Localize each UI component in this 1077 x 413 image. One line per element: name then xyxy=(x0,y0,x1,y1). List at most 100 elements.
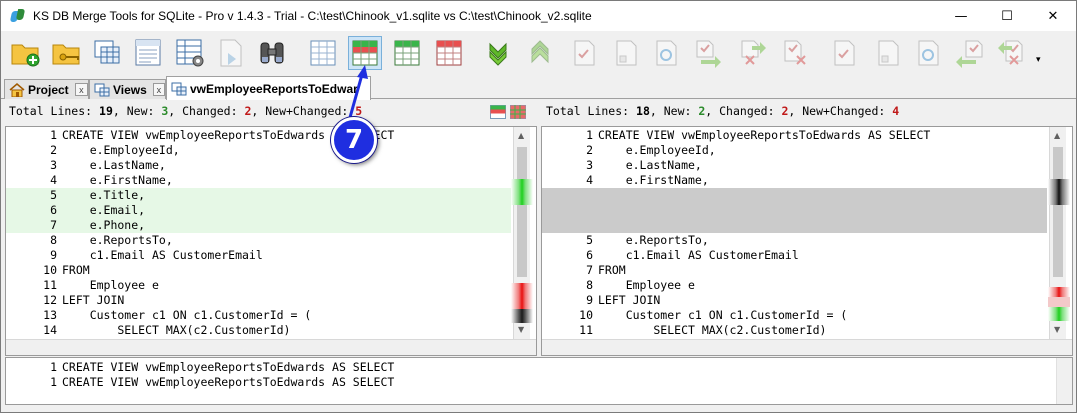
overview-changed-light-marker xyxy=(1048,297,1070,307)
tab-project[interactable]: Project x xyxy=(4,79,89,99)
code-line: 3 e.LastName, xyxy=(6,158,506,173)
line-number: 2 xyxy=(586,143,593,157)
show-new-button[interactable] xyxy=(390,36,424,70)
code-line: 7 FROM xyxy=(542,263,1042,278)
right-diff-overview[interactable] xyxy=(1046,149,1072,321)
blank-doc-button[interactable] xyxy=(608,36,642,70)
tables-view-button[interactable] xyxy=(91,36,125,70)
code-line: 8 e.ReportsTo, xyxy=(6,233,506,248)
right-horizontal-scrollbar[interactable] xyxy=(542,339,1072,355)
overview-viewport-marker xyxy=(1048,179,1070,205)
code-line: 1 CREATE VIEW vwEmployeeReportsToEdwards … xyxy=(6,128,506,143)
copy-to-right-button[interactable] xyxy=(691,36,725,70)
left-total-lines: 19 xyxy=(99,104,113,118)
previous-difference-button[interactable] xyxy=(523,36,557,70)
line-number: 7 xyxy=(50,218,57,232)
right-code-pane[interactable]: 1 CREATE VIEW vwEmployeeReportsToEdwards … xyxy=(541,126,1073,356)
code-line: 11 SELECT MAX(c2.CustomerId) xyxy=(542,323,1042,338)
refresh-doc-right-button[interactable] xyxy=(910,36,944,70)
bottom-compare-pane[interactable]: 1 CREATE VIEW vwEmployeeReportsToEdwards … xyxy=(5,357,1073,405)
show-changed-button[interactable] xyxy=(432,36,466,70)
mini-grid-icon[interactable] xyxy=(490,105,506,119)
line-number: 10 xyxy=(43,263,57,277)
line-text: e.ReportsTo, xyxy=(598,233,709,247)
line-text: e.EmployeeId, xyxy=(598,143,716,157)
home-icon xyxy=(9,82,25,97)
tab-views-close-button[interactable]: x xyxy=(152,83,165,96)
line-text: Customer c1 ON c1.CustomerId = ( xyxy=(62,308,312,322)
code-line: 8 Employee e xyxy=(542,278,1042,293)
left-code-pane[interactable]: 1 CREATE VIEW vwEmployeeReportsToEdwards … xyxy=(5,126,537,356)
line-text: Customer c1 ON c1.CustomerId = ( xyxy=(598,308,848,322)
scroll-down-arrow-icon[interactable]: ▼ xyxy=(1054,325,1060,334)
missing-lines-placeholder xyxy=(542,188,1047,233)
refresh-doc-button[interactable] xyxy=(648,36,682,70)
line-text: Employee e xyxy=(598,278,695,292)
select-left-button[interactable] xyxy=(568,36,602,70)
step-callout-badge: 7 xyxy=(331,117,377,163)
line-number: 1 xyxy=(586,128,593,142)
code-line: 10 Customer c1 ON c1.CustomerId = ( xyxy=(542,308,1042,323)
find-button[interactable] xyxy=(255,36,289,70)
views-icon xyxy=(94,83,110,97)
minimize-button[interactable]: — xyxy=(938,1,984,31)
line-text: LEFT JOIN xyxy=(62,293,125,307)
blank-doc-right-button[interactable] xyxy=(870,36,904,70)
schema-options-button[interactable] xyxy=(173,36,207,70)
new-project-button[interactable] xyxy=(9,36,43,70)
scroll-down-arrow-icon[interactable]: ▼ xyxy=(518,325,524,334)
blank-doc-right-icon xyxy=(878,40,899,66)
line-number: 6 xyxy=(586,248,593,262)
copy-all-right-button[interactable] xyxy=(736,36,770,70)
line-number: 4 xyxy=(50,173,57,187)
line-number: 1 xyxy=(50,128,57,142)
line-text: CREATE VIEW vwEmployeeReportsToEdwards A… xyxy=(62,375,395,389)
line-number: 5 xyxy=(586,233,593,247)
mini-grid-red-icon[interactable] xyxy=(510,105,526,119)
line-number: 9 xyxy=(586,293,593,307)
delete-right-button[interactable] xyxy=(779,36,813,70)
grid-green-icon xyxy=(394,40,420,66)
code-line: 5 e.ReportsTo, xyxy=(542,233,1042,248)
code-line: 2 e.EmployeeId, xyxy=(6,143,506,158)
scroll-up-arrow-icon[interactable]: ▲ xyxy=(518,131,524,140)
select-right-button[interactable] xyxy=(828,36,862,70)
refresh-doc-icon xyxy=(656,40,677,66)
delete-doc-icon xyxy=(784,40,806,65)
maximize-button[interactable]: ☐ xyxy=(984,1,1030,31)
show-all-rows-button[interactable] xyxy=(306,36,340,70)
app-logo-icon xyxy=(9,8,26,24)
blank-doc-icon xyxy=(616,40,637,66)
line-text: CREATE VIEW vwEmployeeReportsToEdwards A… xyxy=(598,128,931,142)
line-text: e.EmployeeId, xyxy=(62,143,180,157)
select-query-button[interactable] xyxy=(132,36,166,70)
overview-viewport-marker xyxy=(511,309,533,323)
scroll-up-arrow-icon[interactable]: ▲ xyxy=(1054,131,1060,140)
next-difference-button[interactable] xyxy=(481,36,515,70)
line-text: e.Phone, xyxy=(62,218,146,232)
grid-all-icon xyxy=(310,40,336,66)
line-number: 4 xyxy=(586,173,593,187)
tab-views[interactable]: Views x xyxy=(89,79,166,99)
copy-all-left-button[interactable] xyxy=(994,36,1028,70)
code-line: 14 SELECT MAX(c2.CustomerId) xyxy=(6,323,506,338)
open-project-button[interactable] xyxy=(50,36,84,70)
line-number: 11 xyxy=(579,323,593,337)
line-number: 13 xyxy=(43,308,57,322)
bottom-vertical-scrollbar[interactable] xyxy=(1056,358,1072,404)
copy-all-left-icon xyxy=(998,40,1023,65)
code-line: 4 e.FirstName, xyxy=(6,173,506,188)
line-number: 8 xyxy=(586,278,593,292)
left-horizontal-scrollbar[interactable] xyxy=(6,339,536,355)
code-line: 12 LEFT JOIN xyxy=(6,293,506,308)
toolbar-overflow-button[interactable]: ▾ xyxy=(1036,56,1046,71)
left-diff-overview[interactable] xyxy=(509,149,535,323)
close-button[interactable]: ✕ xyxy=(1030,1,1076,31)
line-text: SELECT MAX(c2.CustomerId) xyxy=(62,323,291,337)
line-number: 2 xyxy=(50,143,57,157)
export-button[interactable] xyxy=(214,36,248,70)
copy-to-left-button[interactable] xyxy=(952,36,986,70)
schema-gear-icon xyxy=(176,39,204,67)
refresh-doc-right-icon xyxy=(918,40,939,66)
tab-project-close-button[interactable]: x xyxy=(74,83,88,96)
